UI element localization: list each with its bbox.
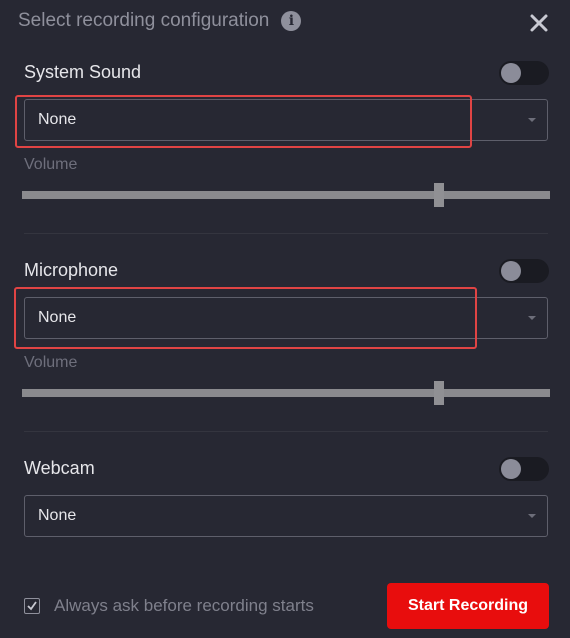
- microphone-volume-label: Volume: [24, 354, 78, 371]
- recording-config-dialog: Select recording configuration i System …: [0, 0, 570, 638]
- system-sound-highlight: [15, 95, 472, 148]
- always-ask-label: Always ask before recording starts: [54, 596, 314, 615]
- chevron-down-icon: [528, 316, 536, 320]
- system-sound-volume-label: Volume: [24, 156, 78, 173]
- checkmark-icon: [27, 601, 37, 611]
- system-sound-toggle[interactable]: [499, 61, 549, 85]
- close-icon: [530, 14, 548, 32]
- microphone-label: Microphone: [24, 260, 119, 280]
- always-ask-checkbox[interactable]: [24, 598, 40, 614]
- dialog-title-row: Select recording configuration i: [18, 10, 302, 32]
- toggle-knob: [501, 459, 521, 479]
- webcam-label: Webcam: [24, 458, 95, 478]
- chevron-down-icon: [528, 118, 536, 122]
- info-icon[interactable]: i: [281, 11, 302, 31]
- microphone-toggle[interactable]: [499, 259, 549, 283]
- microphone-volume-slider[interactable]: [22, 381, 550, 405]
- microphone-highlight: [14, 287, 477, 349]
- slider-track: [22, 389, 550, 397]
- system-sound-label: System Sound: [24, 62, 142, 82]
- webcam-select[interactable]: None: [24, 495, 548, 537]
- webcam-toggle[interactable]: [499, 457, 549, 481]
- webcam-selected-value: None: [38, 507, 77, 524]
- section-divider: [24, 233, 548, 234]
- chevron-down-icon: [528, 514, 536, 518]
- toggle-knob: [501, 63, 521, 83]
- slider-thumb[interactable]: [434, 183, 445, 207]
- always-ask-row[interactable]: Always ask before recording starts: [24, 596, 314, 616]
- dialog-title: Select recording configuration: [18, 10, 270, 31]
- close-button[interactable]: [528, 12, 550, 34]
- start-recording-button[interactable]: Start Recording: [387, 583, 549, 629]
- slider-track: [22, 191, 550, 199]
- slider-thumb[interactable]: [434, 381, 445, 405]
- section-divider: [24, 431, 548, 432]
- toggle-knob: [501, 261, 521, 281]
- system-sound-volume-slider[interactable]: [22, 183, 550, 207]
